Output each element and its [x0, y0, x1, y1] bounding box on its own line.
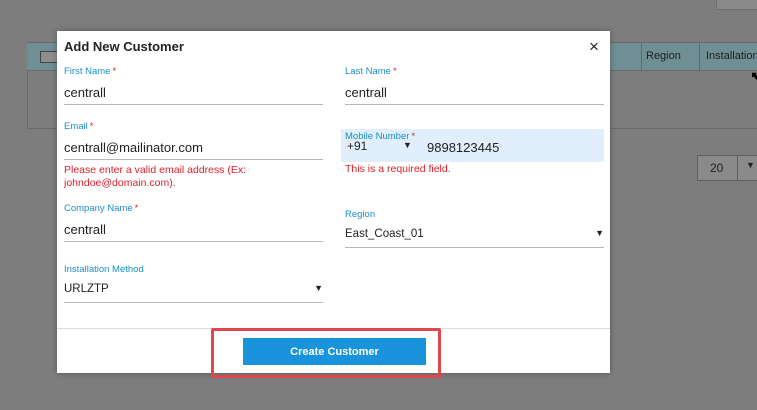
required-marker: * [134, 203, 139, 214]
add-customer-dialog: Add New Customer × First Name * centrall … [57, 31, 610, 378]
required-marker: * [112, 66, 117, 77]
region-value: East_Coast_01 [345, 228, 424, 240]
installation-method-select[interactable]: URLZTP ▼ [64, 276, 323, 303]
last-name-field[interactable]: Last Name * centrall [345, 66, 604, 105]
company-name-label: Company Name * [64, 203, 139, 214]
create-customer-button[interactable]: Create Customer [243, 338, 426, 365]
chevron-down-icon[interactable]: ▼ [314, 283, 323, 293]
last-name-label: Last Name * [345, 66, 397, 77]
region-field[interactable]: Region East_Coast_01 ▼ [345, 209, 604, 248]
email-input[interactable]: centrall@mailinator.com [64, 133, 323, 160]
background-top-button [716, 0, 757, 10]
mobile-error-message: This is a required field. [345, 163, 451, 175]
company-name-input[interactable]: centrall [64, 215, 323, 242]
chevron-down-icon: ▼ [746, 160, 755, 170]
page-size-select: 20 ▼ [697, 155, 757, 181]
mobile-number-input[interactable]: 9898123445 [427, 140, 499, 155]
country-code-select[interactable]: +91 [347, 139, 367, 153]
installation-method-label: Installation Method [64, 264, 144, 275]
email-error-message: Please enter a valid email address (Ex: … [64, 164, 247, 189]
page-size-value: 20 [710, 161, 724, 175]
company-name-field[interactable]: Company Name * centrall [64, 203, 323, 242]
region-select[interactable]: East_Coast_01 ▼ [345, 221, 604, 248]
close-button[interactable]: × [584, 37, 604, 57]
region-label: Region [345, 209, 376, 220]
last-name-input[interactable]: centrall [345, 78, 604, 105]
mobile-number-input-group[interactable]: Mobile Number * +91 ▼ 9898123445 [341, 129, 604, 162]
required-marker: * [411, 131, 416, 142]
first-name-input[interactable]: centrall [64, 78, 323, 105]
chevron-down-icon[interactable]: ▼ [595, 228, 604, 238]
select-all-checkbox [40, 51, 58, 63]
email-value: centrall@mailinator.com [64, 140, 203, 155]
first-name-value: centrall [64, 85, 106, 100]
required-marker: * [89, 121, 94, 132]
chevron-down-icon[interactable]: ▼ [403, 140, 412, 150]
installation-method-value: URLZTP [64, 283, 109, 295]
required-marker: * [392, 66, 397, 77]
dialog-title: Add New Customer [64, 39, 184, 54]
first-name-label: First Name * [64, 66, 117, 77]
column-header-installation: Installation [699, 43, 757, 70]
mobile-number-field[interactable]: Mobile Number * +91 ▼ 9898123445 This is … [341, 129, 604, 176]
page-size-divider [737, 156, 738, 180]
email-label: Email * [64, 121, 94, 132]
column-header-region: Region [641, 43, 702, 70]
installation-method-field[interactable]: Installation Method URLZTP ▼ [64, 264, 323, 303]
company-name-value: centrall [64, 222, 106, 237]
email-field[interactable]: Email * centrall@mailinator.com Please en… [64, 121, 323, 190]
last-name-value: centrall [345, 85, 387, 100]
mouse-cursor-icon: ⬉ [750, 68, 757, 84]
first-name-field[interactable]: First Name * centrall [64, 66, 323, 105]
